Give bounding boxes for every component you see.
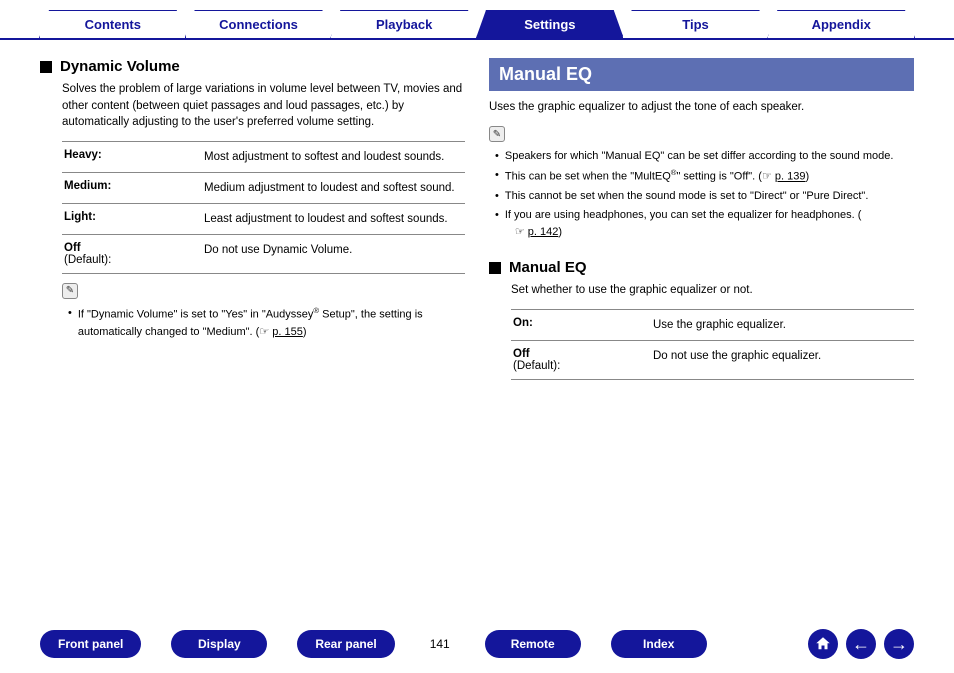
option-row: Heavy: Most adjustment to softest and lo…: [62, 141, 465, 172]
option-row: Off(Default): Do not use the graphic equ…: [511, 340, 914, 380]
tab-connections[interactable]: Connections: [185, 10, 333, 38]
hand-icon: ☞: [259, 326, 269, 338]
note-bullet: Speakers for which "Manual EQ" can be se…: [495, 148, 914, 165]
option-row: Off(Default): Do not use Dynamic Volume.: [62, 234, 465, 274]
page-link-142[interactable]: p. 142: [528, 226, 559, 238]
content: Dynamic Volume Solves the problem of lar…: [0, 40, 954, 388]
heading-text: Dynamic Volume: [60, 58, 180, 75]
option-desc: Do not use the graphic equalizer.: [653, 348, 912, 372]
tab-contents[interactable]: Contents: [39, 10, 187, 38]
page-link-139[interactable]: p. 139: [775, 171, 806, 183]
option-desc: Medium adjustment to loudest and softest…: [204, 180, 463, 196]
top-tabs: Contents Connections Playback Settings T…: [0, 0, 954, 40]
option-label: Light:: [64, 211, 204, 227]
pencil-icon: ✎: [489, 126, 505, 142]
manual-eq-lead: Uses the graphic equalizer to adjust the…: [489, 99, 914, 116]
option-desc: Least adjustment to loudest and softest …: [204, 211, 463, 227]
option-row: On: Use the graphic equalizer.: [511, 309, 914, 340]
page-number: 141: [425, 637, 455, 651]
manual-eq-options: On: Use the graphic equalizer. Off(Defau…: [511, 309, 914, 380]
heading-text: Manual EQ: [509, 259, 587, 276]
note-block: ✎ If "Dynamic Volume" is set to "Yes" in…: [62, 282, 465, 340]
nav-display[interactable]: Display: [171, 630, 267, 658]
banner-manual-eq: Manual EQ: [489, 58, 914, 91]
left-column: Dynamic Volume Solves the problem of lar…: [40, 58, 465, 388]
option-label: Heavy:: [64, 149, 204, 165]
note-block: ✎ Speakers for which "Manual EQ" can be …: [489, 126, 914, 241]
option-desc: Use the graphic equalizer.: [653, 317, 912, 333]
home-icon[interactable]: [808, 629, 838, 659]
tab-playback[interactable]: Playback: [330, 10, 478, 38]
next-page-icon[interactable]: →: [884, 629, 914, 659]
prev-page-icon[interactable]: ←: [846, 629, 876, 659]
tab-settings[interactable]: Settings: [476, 10, 624, 38]
heading-dynamic-volume: Dynamic Volume: [40, 58, 465, 75]
tab-tips[interactable]: Tips: [622, 10, 770, 38]
note-bullet: This can be set when the "MultEQ®" setti…: [495, 167, 914, 186]
nav-icons: ← →: [808, 629, 914, 659]
dynamic-volume-options: Heavy: Most adjustment to softest and lo…: [62, 141, 465, 274]
heading-manual-eq-sub: Manual EQ: [489, 259, 914, 276]
option-desc: Most adjustment to softest and loudest s…: [204, 149, 463, 165]
option-row: Medium: Medium adjustment to loudest and…: [62, 172, 465, 203]
tab-appendix[interactable]: Appendix: [767, 10, 915, 38]
pencil-icon: ✎: [62, 283, 78, 299]
nav-index[interactable]: Index: [611, 630, 707, 658]
nav-front-panel[interactable]: Front panel: [40, 630, 141, 658]
dynamic-volume-lead: Solves the problem of large variations i…: [62, 81, 465, 131]
right-column: Manual EQ Uses the graphic equalizer to …: [489, 58, 914, 388]
nav-rear-panel[interactable]: Rear panel: [297, 630, 394, 658]
option-label: Off(Default):: [513, 348, 653, 372]
option-label: Medium:: [64, 180, 204, 196]
note-bullet: If "Dynamic Volume" is set to "Yes" in "…: [68, 305, 465, 341]
page-link-155[interactable]: p. 155: [272, 326, 303, 338]
option-row: Light: Least adjustment to loudest and s…: [62, 203, 465, 234]
option-desc: Do not use Dynamic Volume.: [204, 242, 463, 266]
option-label: On:: [513, 317, 653, 333]
option-label: Off(Default):: [64, 242, 204, 266]
bottom-nav: Front panel Display Rear panel 141 Remot…: [0, 629, 954, 659]
note-bullet: This cannot be set when the sound mode i…: [495, 188, 914, 205]
hand-icon: ☞: [762, 171, 772, 183]
nav-remote[interactable]: Remote: [485, 630, 581, 658]
note-bullet: If you are using headphones, you can set…: [495, 207, 914, 241]
hand-icon: ☞: [515, 226, 525, 238]
manual-eq-sub-lead: Set whether to use the graphic equalizer…: [511, 282, 914, 299]
